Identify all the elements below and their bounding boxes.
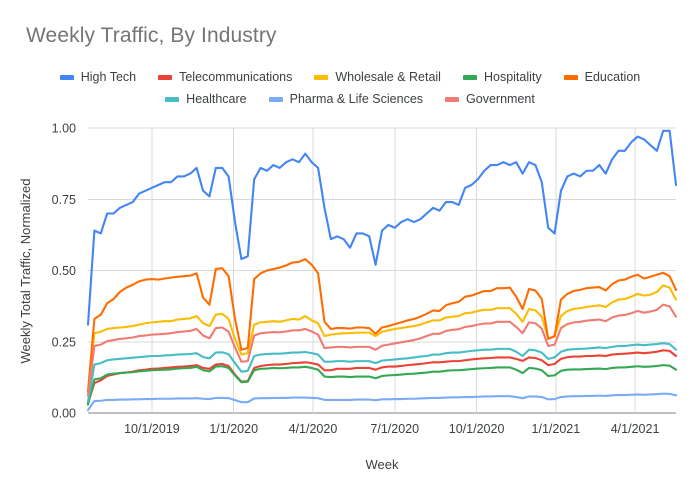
x-tick-label: 4/1/2020 [289,422,338,436]
series-line-high-tech [86,129,678,326]
x-axis-ticks: 10/1/2019 1/1/2020 4/1/2020 7/1/2020 10/1/20… [124,422,659,436]
x-axis-title: Week [366,457,399,472]
y-tick-label: 0.25 [52,335,76,349]
x-tick-label: 10/1/2020 [449,422,505,436]
series-line-pharma-life-sciences [86,392,678,412]
series-line-education [86,258,678,393]
x-tick-label: 4/1/2021 [611,422,660,436]
series-line-government [86,303,678,397]
x-tick-label: 1/1/2020 [209,422,258,436]
series-line-healthcare [86,342,678,403]
plot-area: 0.00 0.25 0.50 0.75 1.00 10/1/2019 1/1/2020 4/… [18,122,678,472]
y-tick-label: 0.75 [52,193,76,207]
y-axis-ticks: 0.00 0.25 0.50 0.75 1.00 [52,122,76,421]
x-tick-label: 10/1/2019 [124,422,180,436]
x-tick-label: 1/1/2021 [532,422,581,436]
chart-container: Weekly Traffic, By Industry High Tech Tel… [0,0,700,501]
x-tick-label: 7/1/2020 [370,422,419,436]
y-tick-label: 0.50 [52,264,76,278]
y-axis-title: Weekly Total Traffic, Normalized [18,179,33,364]
y-tick-label: 1.00 [52,122,76,136]
y-tick-label: 0.00 [52,407,76,421]
